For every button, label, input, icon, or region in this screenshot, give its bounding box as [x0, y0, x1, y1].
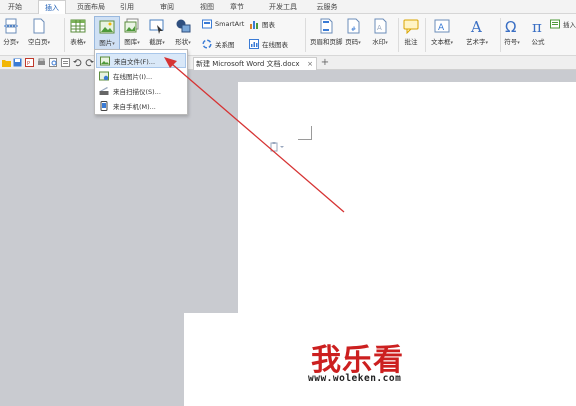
watermark-logo: 我乐看 www.woleken.com: [184, 313, 454, 406]
watermark-url: www.woleken.com: [308, 373, 402, 384]
